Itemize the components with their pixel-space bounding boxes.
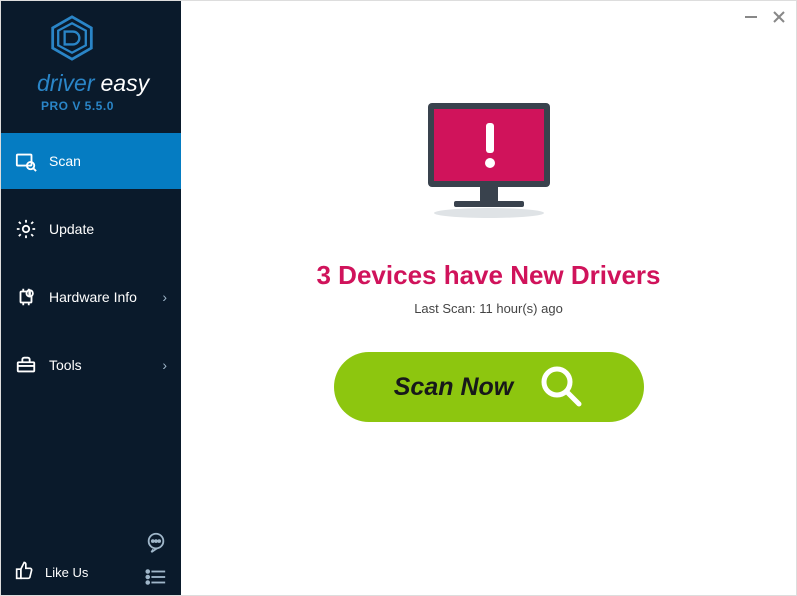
chip-icon: i [15,286,37,308]
scan-icon [15,150,37,172]
toolbox-icon [15,354,37,376]
sidebar-item-scan[interactable]: Scan [1,133,181,189]
sidebar-item-tools[interactable]: Tools › [1,337,181,393]
sidebar-item-update[interactable]: Update [1,201,181,257]
magnify-icon [539,364,583,411]
sidebar-item-label: Hardware Info [49,289,137,305]
like-us-button[interactable]: Like Us [1,560,181,585]
chevron-right-icon: › [162,357,167,373]
sidebar-item-label: Update [49,221,94,237]
sidebar: driver easy PRO V 5.5.0 Scan Update [1,1,181,595]
brand-title-1: driver [37,70,95,97]
monitor-alert-icon [414,97,564,232]
brand-title-2: easy [101,70,150,97]
app-logo-icon [49,15,95,66]
chevron-right-icon: › [162,289,167,305]
brand-area: driver easy PRO V 5.5.0 [1,1,181,121]
sidebar-item-hardware-info[interactable]: i Hardware Info › [1,269,181,325]
scan-now-label: Scan Now [394,373,513,402]
scan-now-button[interactable]: Scan Now [334,352,644,422]
like-us-label: Like Us [45,565,167,580]
last-scan-label: Last Scan: 11 hour(s) ago [414,301,563,316]
gear-icon [15,218,37,240]
sidebar-nav: Scan Update i Hardware Info › [1,133,181,595]
thumbs-up-icon [15,560,35,585]
close-icon[interactable] [772,9,786,27]
main-content: 3 Devices have New Drivers Last Scan: 11… [181,1,796,595]
sidebar-item-label: Tools [49,357,82,373]
minimize-icon[interactable] [744,9,758,27]
status-headline: 3 Devices have New Drivers [317,260,661,291]
svg-text:i: i [29,291,30,296]
brand-version: PRO V 5.5.0 [41,99,114,113]
chat-icon[interactable] [145,531,167,558]
sidebar-item-label: Scan [49,153,81,169]
